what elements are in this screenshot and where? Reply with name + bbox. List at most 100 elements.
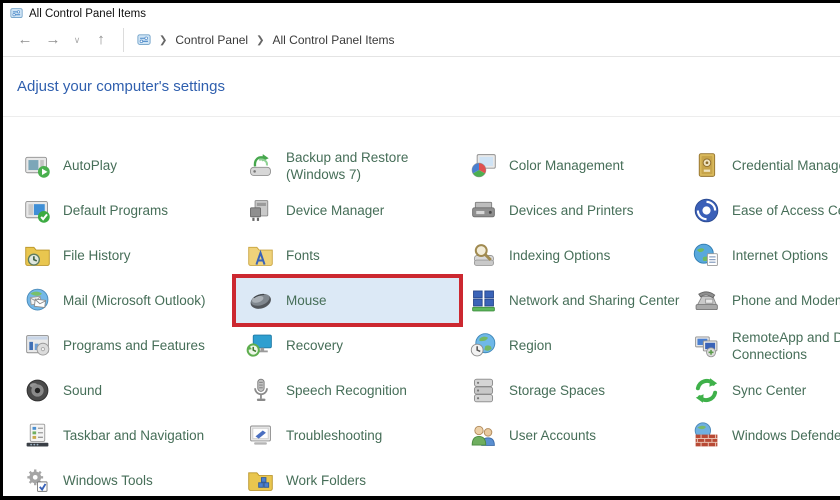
control-panel-icon: [10, 7, 23, 20]
control-panel-item-label: Windows Tools: [63, 473, 153, 488]
indexing-options-icon: [469, 241, 498, 270]
control-panel-item-label: Mail (Microsoft Outlook): [63, 293, 206, 308]
control-panel-item-devices-and-printers[interactable]: Devices and Printers: [459, 188, 682, 233]
sync-center-icon: [692, 376, 721, 405]
control-panel-item-label: Fonts: [286, 248, 320, 263]
title-bar: All Control Panel Items: [3, 3, 840, 24]
control-panel-item-label: User Accounts: [509, 428, 597, 443]
control-panel-item-label: Internet Options: [732, 248, 829, 263]
programs-features-icon: [23, 331, 52, 360]
control-panel-item-programs-and-features[interactable]: Programs and Features: [13, 323, 236, 368]
control-panel-item-color-management[interactable]: Color Management: [459, 143, 682, 188]
control-panel-item-file-history[interactable]: File History: [13, 233, 236, 278]
window-title: All Control Panel Items: [29, 7, 146, 20]
file-history-icon: [23, 241, 52, 270]
user-accounts-icon: [469, 421, 498, 450]
remoteapp-icon: [692, 331, 721, 360]
control-panel-item-mail-microsoft-outlook[interactable]: Mail (Microsoft Outlook): [13, 278, 236, 323]
control-panel-item-windows-defender-firewall[interactable]: Windows Defender Firewall: [682, 413, 840, 458]
windows-firewall-icon: [692, 421, 721, 450]
control-panel-item-label: Phone and Modem: [732, 293, 840, 308]
control-panel-item-recovery[interactable]: Recovery: [236, 323, 459, 368]
up-button[interactable]: ↑: [87, 27, 115, 53]
backup-restore-icon: [246, 151, 275, 180]
default-programs-icon: [23, 196, 52, 225]
control-panel-item-default-programs[interactable]: Default Programs: [13, 188, 236, 233]
control-panel-item-mouse[interactable]: Mouse: [232, 274, 463, 327]
control-panel-item-user-accounts[interactable]: User Accounts: [459, 413, 682, 458]
address-bar-divider: [123, 28, 124, 52]
control-panel-item-label: RemoteApp and Desktop Connections: [732, 329, 840, 362]
control-panel-item-internet-options[interactable]: Internet Options: [682, 233, 840, 278]
control-panel-item-remoteapp-and-desktop-connections[interactable]: RemoteApp and Desktop Connections: [682, 323, 840, 368]
control-panel-item-label: Programs and Features: [63, 338, 205, 353]
troubleshooting-icon: [246, 421, 275, 450]
address-bar[interactable]: ❯ Control Panel ❯ All Control Panel Item…: [126, 33, 395, 47]
control-panel-item-taskbar-and-navigation[interactable]: Taskbar and Navigation: [13, 413, 236, 458]
control-panel-item-label: Network and Sharing Center: [509, 293, 680, 308]
control-panel-item-label: Storage Spaces: [509, 383, 606, 398]
control-panel-item-work-folders[interactable]: Work Folders: [236, 458, 459, 496]
control-panel-item-label: Default Programs: [63, 203, 169, 218]
control-panel-item-indexing-options[interactable]: Indexing Options: [459, 233, 682, 278]
control-panel-item-sound[interactable]: Sound: [13, 368, 236, 413]
control-panel-icon: [137, 33, 151, 47]
control-panel-item-label: Region: [509, 338, 552, 353]
page-header: Adjust your computer's settings: [3, 57, 840, 117]
network-sharing-icon: [469, 286, 498, 315]
control-panel-item-label: Work Folders: [286, 473, 367, 488]
control-panel-item-network-and-sharing-center[interactable]: Network and Sharing Center: [459, 278, 682, 323]
back-button[interactable]: ←: [11, 27, 39, 53]
mail-icon: [23, 286, 52, 315]
control-panel-item-label: Indexing Options: [509, 248, 611, 263]
navigation-bar: ← → ∨ ↑ ❯ Control Panel ❯ All Control Pa…: [3, 24, 840, 57]
breadcrumb-separator-icon[interactable]: ❯: [255, 35, 265, 46]
fonts-icon: [246, 241, 275, 270]
control-panel-item-label: Device Manager: [286, 203, 385, 218]
control-panel-item-ease-of-access-center[interactable]: Ease of Access Center: [682, 188, 840, 233]
nav-buttons: ← → ∨ ↑: [3, 27, 121, 53]
control-panel-item-label: Mouse: [286, 293, 327, 308]
breadcrumb-separator-icon[interactable]: ❯: [158, 35, 168, 46]
control-panel-item-storage-spaces[interactable]: Storage Spaces: [459, 368, 682, 413]
control-panel-grid: AutoPlay Backup and Restore (Windows 7) Co…: [3, 143, 840, 496]
internet-options-icon: [692, 241, 721, 270]
recent-locations-chevron-icon[interactable]: ∨: [67, 27, 87, 53]
control-panel-item-label: Credential Manager: [732, 158, 840, 173]
breadcrumb-all-control-panel-items[interactable]: All Control Panel Items: [273, 33, 395, 47]
control-panel-item-label: Sync Center: [732, 383, 807, 398]
control-panel-item-label: AutoPlay: [63, 158, 118, 173]
control-panel-item-windows-tools[interactable]: Windows Tools: [13, 458, 236, 496]
control-panel-item-label: Sound: [63, 383, 103, 398]
mouse-icon: [246, 286, 275, 315]
control-panel-item-label: Ease of Access Center: [732, 203, 840, 218]
control-panel-item-speech-recognition[interactable]: Speech Recognition: [236, 368, 459, 413]
control-panel-item-label: Recovery: [286, 338, 344, 353]
control-panel-item-label: File History: [63, 248, 131, 263]
control-panel-item-label: Backup and Restore (Windows 7): [286, 149, 409, 182]
forward-button[interactable]: →: [39, 27, 67, 53]
control-panel-item-phone-and-modem[interactable]: Phone and Modem: [682, 278, 840, 323]
control-panel-item-credential-manager[interactable]: Credential Manager: [682, 143, 840, 188]
control-panel-item-region[interactable]: Region: [459, 323, 682, 368]
control-panel-item-label: Troubleshooting: [286, 428, 383, 443]
ease-of-access-icon: [692, 196, 721, 225]
storage-spaces-icon: [469, 376, 498, 405]
windows-tools-icon: [23, 466, 52, 495]
control-panel-item-autoplay[interactable]: AutoPlay: [13, 143, 236, 188]
control-panel-item-sync-center[interactable]: Sync Center: [682, 368, 840, 413]
phone-modem-icon: [692, 286, 721, 315]
control-panel-item-label: Devices and Printers: [509, 203, 634, 218]
control-panel-item-label: Color Management: [509, 158, 624, 173]
control-panel-item-device-manager[interactable]: Device Manager: [236, 188, 459, 233]
taskbar-navigation-icon: [23, 421, 52, 450]
control-panel-item-label: Taskbar and Navigation: [63, 428, 205, 443]
speech-recognition-icon: [246, 376, 275, 405]
device-manager-icon: [246, 196, 275, 225]
breadcrumb-control-panel[interactable]: Control Panel: [175, 33, 248, 47]
control-panel-item-troubleshooting[interactable]: Troubleshooting: [236, 413, 459, 458]
region-icon: [469, 331, 498, 360]
control-panel-item-backup-and-restore-windows-7[interactable]: Backup and Restore (Windows 7): [236, 143, 459, 188]
control-panel-item-fonts[interactable]: Fonts: [236, 233, 459, 278]
control-panel-item-label: Windows Defender Firewall: [732, 428, 840, 443]
